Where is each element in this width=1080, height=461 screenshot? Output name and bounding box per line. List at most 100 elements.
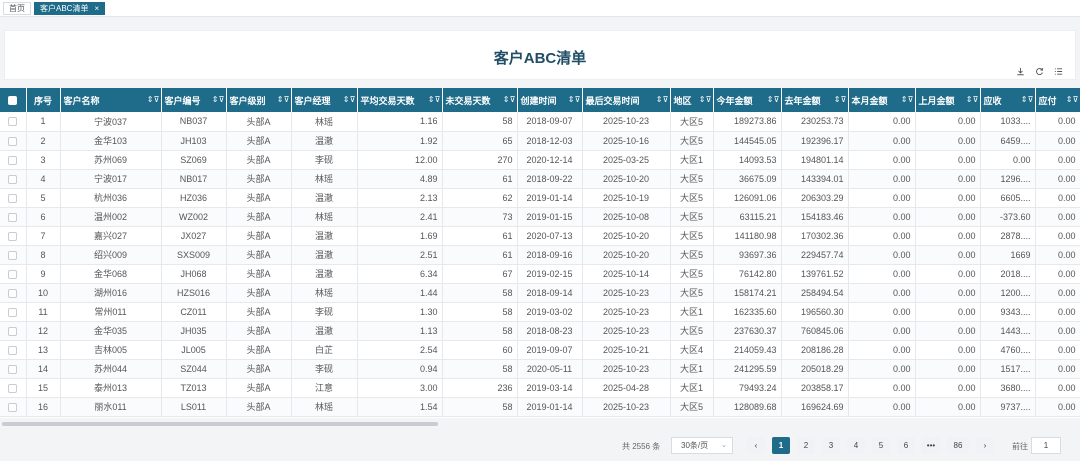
row-checkbox-cell[interactable] xyxy=(0,245,27,265)
row-checkbox[interactable] xyxy=(8,174,18,184)
table-row[interactable]: 5 杭州036 HZ036 头部A 温澈 2.13 62 2019-01-14 2025-10-… xyxy=(0,188,1080,208)
row-checkbox[interactable] xyxy=(8,288,18,298)
page-ellipsis-button[interactable]: ••• xyxy=(922,437,940,454)
tab-customer-abc[interactable]: 客户ABC清单 × xyxy=(34,1,106,15)
row-checkbox[interactable] xyxy=(8,193,18,203)
column-header-receivable[interactable]: 应收 ⇕ ⊽ xyxy=(980,88,1036,112)
row-checkbox[interactable] xyxy=(8,212,18,222)
column-header-payable[interactable]: 应付 ⇕ ⊽ xyxy=(1035,88,1080,112)
sort-filter-icon[interactable]: ⇕ ⊽ xyxy=(147,95,160,104)
row-checkbox-cell[interactable] xyxy=(0,378,27,398)
row-checkbox-cell[interactable] xyxy=(0,321,27,341)
sort-filter-icon[interactable]: ⇕ ⊽ xyxy=(343,95,356,104)
column-header-customer-code[interactable]: 客户编号 ⇕ ⊽ xyxy=(161,88,227,112)
table-row[interactable]: 11 常州011 CZ011 头部A 李砚 1.30 58 2019-03-02 2025-10… xyxy=(0,302,1080,322)
refresh-icon[interactable] xyxy=(1034,66,1044,76)
row-checkbox-cell[interactable] xyxy=(0,226,27,246)
row-checkbox-cell[interactable] xyxy=(0,207,27,227)
row-checkbox[interactable] xyxy=(8,136,18,146)
column-header-created[interactable]: 创建时间 ⇕ ⊽ xyxy=(517,88,583,112)
row-checkbox[interactable] xyxy=(8,155,18,165)
table-row[interactable]: 9 金华068 JH068 头部A 温澈 6.34 67 2019-02-15 2025-10-… xyxy=(0,264,1080,284)
column-header-last-trade[interactable]: 最后交易时间 ⇕ ⊽ xyxy=(582,88,671,112)
page-button-4[interactable]: 4 xyxy=(847,437,865,454)
prev-page-button[interactable]: ‹ xyxy=(747,437,765,454)
sort-filter-icon[interactable]: ⇕ ⊽ xyxy=(834,95,847,104)
row-checkbox-cell[interactable] xyxy=(0,112,27,132)
sort-filter-icon[interactable]: ⇕ ⊽ xyxy=(901,95,914,104)
row-checkbox-cell[interactable] xyxy=(0,188,27,208)
sort-filter-icon[interactable]: ⇕ ⊽ xyxy=(568,95,581,104)
column-header-last-year[interactable]: 去年金额 ⇕ ⊽ xyxy=(781,88,849,112)
table-row[interactable]: 6 温州002 WZ002 头部A 林瑶 2.41 73 2019-01-15 2025-10-… xyxy=(0,207,1080,227)
select-all-checkbox[interactable] xyxy=(8,96,18,106)
sort-filter-icon[interactable]: ⇕ ⊽ xyxy=(1021,95,1034,104)
row-checkbox-cell[interactable] xyxy=(0,131,27,151)
sort-filter-icon[interactable]: ⇕ ⊽ xyxy=(767,95,780,104)
table-row[interactable]: 4 宁波017 NB017 头部A 林瑶 4.89 61 2018-09-22 2025-10-… xyxy=(0,169,1080,189)
row-checkbox[interactable] xyxy=(8,307,18,317)
table-row[interactable]: 16 丽水011 LS011 头部A 林瑶 1.54 58 2019-01-14 2025-10… xyxy=(0,397,1080,417)
table-row[interactable]: 2 金华103 JH103 头部A 温澈 1.92 65 2018-12-03 2025-10-… xyxy=(0,131,1080,151)
row-checkbox-cell[interactable] xyxy=(0,150,27,170)
sort-filter-icon[interactable]: ⇕ ⊽ xyxy=(1066,95,1079,104)
download-icon[interactable] xyxy=(1015,66,1025,76)
row-checkbox[interactable] xyxy=(8,345,18,355)
sort-filter-icon[interactable]: ⇕ ⊽ xyxy=(277,95,290,104)
goto-page-input[interactable] xyxy=(1031,437,1061,454)
table-row[interactable]: 13 吉林005 JL005 头部A 白芷 2.54 60 2019-09-07 2025-10… xyxy=(0,340,1080,360)
column-header-idle-days[interactable]: 未交易天数 ⇕ ⊽ xyxy=(442,88,518,112)
row-checkbox[interactable] xyxy=(8,364,18,374)
tab-home[interactable]: 首页 xyxy=(3,1,31,15)
row-checkbox-cell[interactable] xyxy=(0,169,27,189)
row-checkbox-cell[interactable] xyxy=(0,340,27,360)
next-page-button[interactable]: › xyxy=(976,437,994,454)
row-checkbox[interactable] xyxy=(8,269,18,279)
select-all-checkbox-cell[interactable] xyxy=(0,88,27,112)
row-checkbox-cell[interactable] xyxy=(0,283,27,303)
sort-filter-icon[interactable]: ⇕ ⊽ xyxy=(212,95,225,104)
row-checkbox[interactable] xyxy=(8,383,18,393)
table-row[interactable]: 1 宁波037 NB037 头部A 林瑶 1.16 58 2018-09-07 2025-10-… xyxy=(0,112,1080,132)
page-button-5[interactable]: 5 xyxy=(872,437,890,454)
table-row[interactable]: 3 苏州069 SZ069 头部A 李砚 12.00 270 2020-12-14 2025-0… xyxy=(0,150,1080,170)
row-checkbox[interactable] xyxy=(8,231,18,241)
sort-filter-icon[interactable]: ⇕ ⊽ xyxy=(966,95,979,104)
page-button-1[interactable]: 1 xyxy=(772,437,790,454)
table-row[interactable]: 8 绍兴009 SXS009 头部A 温澈 2.51 61 2018-09-16 2025-10… xyxy=(0,245,1080,265)
row-checkbox[interactable] xyxy=(8,326,18,336)
table-row[interactable]: 7 嘉兴027 JX027 头部A 温澈 1.69 61 2020-07-13 2025-10-… xyxy=(0,226,1080,246)
column-header-region[interactable]: 地区 ⇕ ⊽ xyxy=(670,88,714,112)
horizontal-scrollbar[interactable] xyxy=(2,422,438,426)
column-settings-icon[interactable] xyxy=(1053,66,1063,76)
table-row[interactable]: 15 泰州013 TZ013 头部A 江意 3.00 236 2019-03-14 2025-0… xyxy=(0,378,1080,398)
table-row[interactable]: 14 苏州044 SZ044 头部A 李砚 0.94 58 2020-05-11 2025-10… xyxy=(0,359,1080,379)
column-header-manager[interactable]: 客户经理 ⇕ ⊽ xyxy=(291,88,358,112)
row-checkbox-cell[interactable] xyxy=(0,302,27,322)
page-button-86[interactable]: 86 xyxy=(947,437,969,454)
column-header-customer-level[interactable]: 客户级别 ⇕ ⊽ xyxy=(226,88,292,112)
row-checkbox[interactable] xyxy=(8,250,18,260)
page-size-select[interactable]: 30条/页 ⌄ xyxy=(671,437,733,454)
sort-filter-icon[interactable]: ⇕ ⊽ xyxy=(503,95,516,104)
table-cell: 林瑶 xyxy=(291,169,358,189)
table-row[interactable]: 10 湖州016 HZS016 头部A 林瑶 1.44 58 2018-09-14 2025-1… xyxy=(0,283,1080,303)
close-icon[interactable]: × xyxy=(94,3,99,14)
row-checkbox-cell[interactable] xyxy=(0,359,27,379)
row-checkbox[interactable] xyxy=(8,117,18,127)
column-header-last-month[interactable]: 上月金额 ⇕ ⊽ xyxy=(915,88,981,112)
column-header-this-month[interactable]: 本月金额 ⇕ ⊽ xyxy=(848,88,916,112)
column-header-this-year[interactable]: 今年金额 ⇕ ⊽ xyxy=(713,88,782,112)
page-button-3[interactable]: 3 xyxy=(822,437,840,454)
table-row[interactable]: 12 金华035 JH035 头部A 温澈 1.13 58 2018-08-23 2025-10… xyxy=(0,321,1080,341)
sort-filter-icon[interactable]: ⇕ ⊽ xyxy=(428,95,441,104)
row-checkbox-cell[interactable] xyxy=(0,264,27,284)
page-button-6[interactable]: 6 xyxy=(897,437,915,454)
column-header-avg-days[interactable]: 平均交易天数 ⇕ ⊽ xyxy=(357,88,443,112)
row-checkbox-cell[interactable] xyxy=(0,397,27,417)
sort-filter-icon[interactable]: ⇕ ⊽ xyxy=(699,95,712,104)
column-header-customer-name[interactable]: 客户名称 ⇕ ⊽ xyxy=(60,88,162,112)
row-checkbox[interactable] xyxy=(8,402,18,412)
page-button-2[interactable]: 2 xyxy=(797,437,815,454)
sort-filter-icon[interactable]: ⇕ ⊽ xyxy=(656,95,669,104)
